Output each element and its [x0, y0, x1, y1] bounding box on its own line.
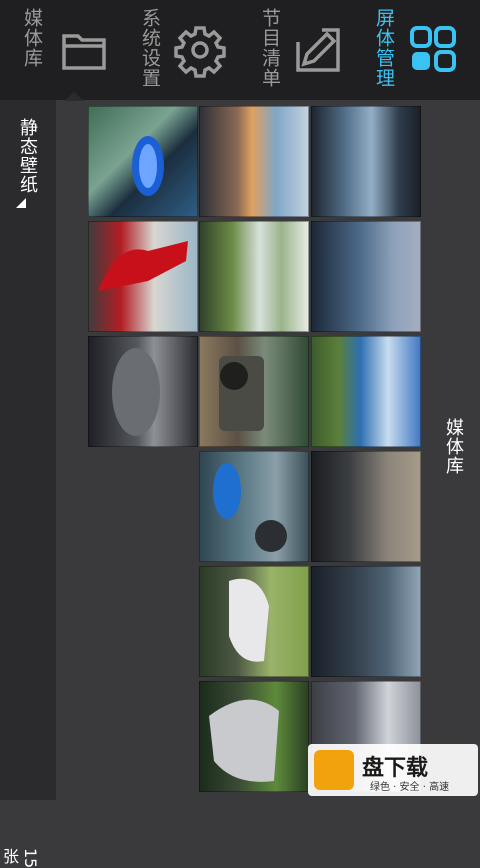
thumbnail[interactable]: [311, 106, 421, 217]
tab-system-settings-label: 系统设置: [139, 8, 161, 88]
thumbnail[interactable]: [199, 221, 309, 332]
thumbnail[interactable]: [199, 451, 309, 562]
thumbnail[interactable]: [88, 106, 198, 217]
active-tab-pointer: [64, 92, 84, 101]
tab-program-list-label: 节目清单: [259, 8, 281, 88]
tab-system-settings[interactable]: 系统设置: [120, 0, 230, 100]
thumbnail[interactable]: [311, 451, 421, 562]
category-dropdown[interactable]: 静态壁纸: [17, 118, 40, 194]
edit-icon: [296, 28, 340, 72]
tab-program-list[interactable]: 节目清单: [240, 0, 350, 100]
watermark: 盘下载 绿色 · 安全 · 高速: [308, 744, 478, 796]
wallpaper-grid: [86, 106, 426, 800]
tab-screen-management-label: 屏体管理: [373, 8, 395, 88]
thumbnail[interactable]: [311, 566, 421, 677]
thumbnail[interactable]: [199, 566, 309, 677]
thumbnail[interactable]: [199, 336, 309, 447]
watermark-logo-icon: [314, 750, 354, 790]
tab-screen-management[interactable]: 屏体管理: [360, 0, 480, 100]
right-panel: 媒体库: [432, 100, 480, 800]
tab-media-library[interactable]: 媒体库: [0, 0, 110, 100]
thumbnail[interactable]: [311, 221, 421, 332]
folder-icon: [62, 34, 106, 70]
thumbnail[interactable]: [199, 106, 309, 217]
gear-icon: [174, 26, 226, 78]
top-tab-bar: 媒体库 系统设置 节目清单 屏体管理: [0, 0, 480, 101]
media-library-title: 媒体库: [443, 418, 464, 475]
thumbnail[interactable]: [199, 681, 309, 792]
thumbnail[interactable]: [88, 336, 198, 447]
tab-media-library-label: 媒体库: [21, 8, 43, 68]
thumbnail[interactable]: [88, 221, 198, 332]
category-panel: 静态壁纸 15张: [0, 100, 56, 868]
watermark-subtext: 绿色 · 安全 · 高速: [370, 782, 450, 793]
thumbnail[interactable]: [311, 336, 421, 447]
item-count: 15张: [0, 848, 40, 868]
dropdown-arrow-icon[interactable]: [16, 198, 26, 208]
grid-icon: [410, 26, 456, 72]
